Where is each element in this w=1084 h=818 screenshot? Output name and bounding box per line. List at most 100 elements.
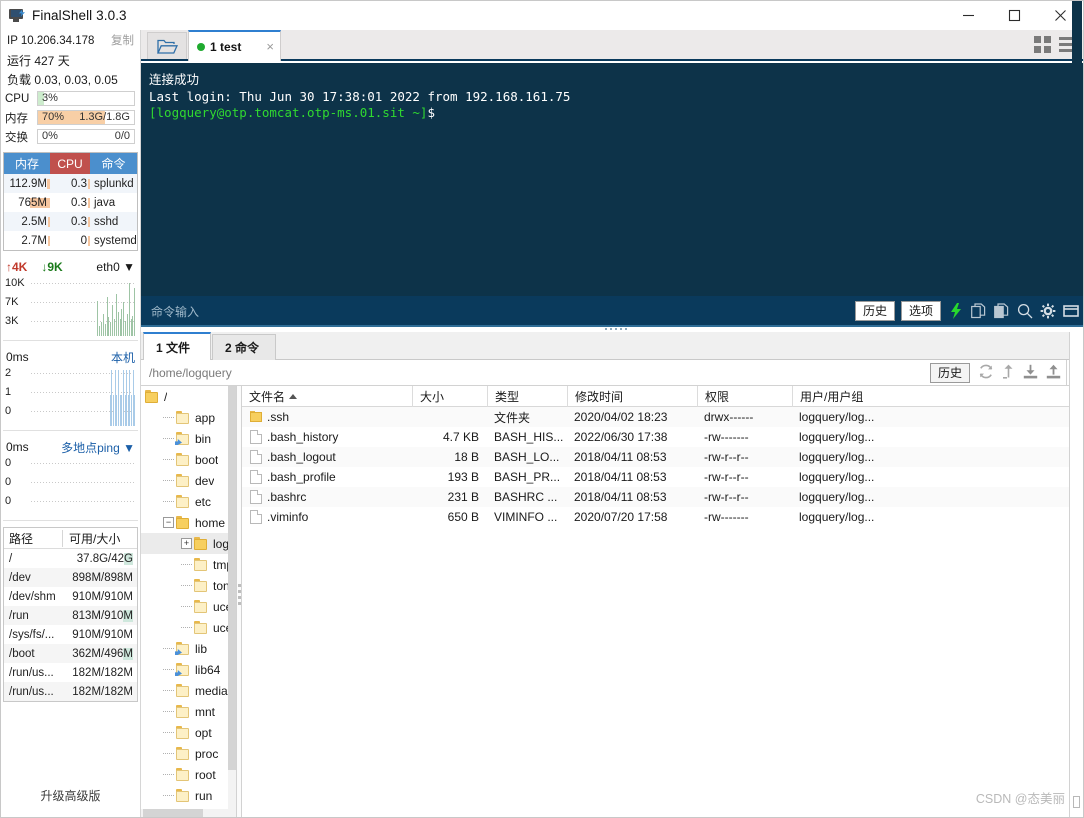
process-row[interactable]: 112.9M 0.3 splunkd <box>4 174 137 193</box>
network-interface-select[interactable]: eth0 ▼ <box>96 260 135 274</box>
tree-horizontal-scrollbar[interactable] <box>141 809 229 817</box>
tree-node-etc[interactable]: etc <box>141 491 236 512</box>
command-bar-actions: 历史 选项 <box>854 301 1079 321</box>
directory-tree[interactable]: / app bin boot dev etc − home + log tmp ton uce uce li… <box>141 386 237 817</box>
disk-row[interactable]: / 37.8G/42G <box>4 549 137 568</box>
tree-node-log[interactable]: + log <box>141 533 236 554</box>
tree-node-dev[interactable]: dev <box>141 470 236 491</box>
grid-view-icon[interactable] <box>1034 36 1051 53</box>
search-icon[interactable] <box>1016 303 1033 320</box>
open-connection-button[interactable] <box>147 32 187 59</box>
process-col-memory[interactable]: 内存 <box>4 153 50 174</box>
tree-expander[interactable]: − <box>163 517 174 528</box>
tree-node-home[interactable]: − home <box>141 512 236 533</box>
tree-node-tmp[interactable]: tmp <box>141 554 236 575</box>
file-row[interactable]: .bash_logout 18 B BASH_LO... 2018/04/11 08:… <box>242 447 1083 467</box>
file-column-perm[interactable]: 权限 <box>697 386 792 407</box>
file-row[interactable]: .bash_profile 193 B BASH_PR... 2018/04/11 0… <box>242 467 1083 487</box>
refresh-icon[interactable] <box>978 364 994 382</box>
tree-guide <box>181 564 192 565</box>
terminal-scrollbar[interactable] <box>1072 1 1082 234</box>
tab-commands[interactable]: 2 命令 <box>212 334 276 360</box>
server-ip-row: IP 10.206.34.178 复制 <box>1 30 140 51</box>
tree-node-uce[interactable]: uce <box>141 596 236 617</box>
tree-node-lib[interactable]: lib <box>141 638 236 659</box>
session-tab-test[interactable]: 1 test × <box>188 30 281 61</box>
file-column-size[interactable]: 大小 <box>412 386 487 407</box>
command-history-button[interactable]: 历史 <box>854 301 895 321</box>
disk-row[interactable]: /boot 362M/496M <box>4 644 137 663</box>
disk-path: /sys/fs/... <box>9 628 55 641</box>
process-col-cpu[interactable]: CPU <box>50 153 90 174</box>
tree-node-lib64[interactable]: lib64 <box>141 659 236 680</box>
process-row[interactable]: 2.5M 0.3 sshd <box>4 212 137 231</box>
tree-node-proc[interactable]: proc <box>141 743 236 764</box>
minimize-button[interactable] <box>945 1 991 30</box>
file-icon <box>250 490 262 504</box>
download-icon[interactable] <box>1023 364 1038 382</box>
tree-node-app[interactable]: app <box>141 407 236 428</box>
path-input[interactable]: /home/logquery <box>141 366 232 380</box>
multi-ping-select[interactable]: 多地点ping ▼ <box>61 439 135 456</box>
upload-icon[interactable] <box>1046 364 1061 382</box>
close-icon[interactable]: × <box>266 40 274 53</box>
upgrade-button[interactable]: 升级高级版 <box>1 787 140 804</box>
tree-node-uce[interactable]: uce <box>141 617 236 638</box>
file-size: 18 B <box>454 450 479 464</box>
tree-node-opt[interactable]: opt <box>141 722 236 743</box>
disk-row[interactable]: /run/us... 182M/182M <box>4 682 137 701</box>
resize-grip-icon[interactable] <box>1073 796 1080 808</box>
maximize-button[interactable] <box>991 1 1037 30</box>
tree-node-bin[interactable]: bin <box>141 428 236 449</box>
lightning-icon[interactable] <box>947 303 964 320</box>
gear-icon[interactable] <box>1039 303 1056 320</box>
file-row[interactable]: .viminfo 650 B VIMINFO ... 2020/07/20 17:58… <box>242 507 1083 527</box>
file-column-type[interactable]: 类型 <box>487 386 567 407</box>
folder-icon <box>176 411 191 424</box>
disk-row[interactable]: /dev/shm 910M/910M <box>4 587 137 606</box>
tree-node-media[interactable]: media <box>141 680 236 701</box>
file-row[interactable]: .ssh 文件夹 2020/04/02 18:23 drwx------ logquer… <box>242 407 1083 427</box>
file-row[interactable]: .bashrc 231 B BASHRC ... 2018/04/11 08:53 -r… <box>242 487 1083 507</box>
window-icon[interactable] <box>1062 303 1079 320</box>
disk-path: /dev <box>9 571 31 584</box>
tree-node-root[interactable]: root <box>141 764 236 785</box>
tree-vertical-scrollbar[interactable] <box>228 386 236 817</box>
file-column-mtime[interactable]: 修改时间 <box>567 386 697 407</box>
tree-node-boot[interactable]: boot <box>141 449 236 470</box>
file-column-owner[interactable]: 用户/用户组 <box>792 386 942 407</box>
command-input[interactable]: 命令输入 <box>151 303 199 320</box>
disk-col-path: 路径 <box>9 531 34 546</box>
copy-ip-button[interactable]: 复制 <box>111 32 134 48</box>
tree-node-run[interactable]: run <box>141 785 236 806</box>
tree-vertical-scroll-thumb[interactable] <box>228 386 236 770</box>
tree-node-[interactable]: / <box>141 386 236 407</box>
tree-node-mnt[interactable]: mnt <box>141 701 236 722</box>
local-ping-title: 本机 <box>110 350 135 365</box>
file-size: 231 B <box>447 490 479 504</box>
disk-row[interactable]: /run 813M/910M <box>4 606 137 625</box>
process-row[interactable]: 2.7M 0 systemd <box>4 231 137 250</box>
process-row[interactable]: 765M 0.3 java <box>4 193 137 212</box>
go-up-icon[interactable] <box>1002 364 1015 382</box>
process-col-command[interactable]: 命令 <box>90 153 137 174</box>
tree-node-label: proc <box>195 746 219 761</box>
local-ping-panel: 0ms 本机 2 1 0 <box>3 348 138 431</box>
tree-expander[interactable]: + <box>181 538 192 549</box>
terminal-output[interactable]: 连接成功 Last login: Thu Jun 30 17:38:01 202… <box>141 63 1083 296</box>
paste-icon[interactable] <box>993 303 1010 320</box>
tree-node-ton[interactable]: ton <box>141 575 236 596</box>
file-column-name[interactable]: 文件名 <box>242 386 412 407</box>
copy-icon[interactable] <box>970 303 987 320</box>
tree-guide <box>181 585 192 586</box>
disk-row[interactable]: /dev 898M/898M <box>4 568 137 587</box>
tree-horizontal-scroll-thumb[interactable] <box>143 809 203 817</box>
command-input-bar[interactable]: 命令输入 历史 选项 <box>141 296 1083 326</box>
disk-row[interactable]: /sys/fs/... 910M/910M <box>4 625 137 644</box>
disk-row[interactable]: /run/us... 182M/182M <box>4 663 137 682</box>
file-list[interactable]: 文件名 大小 类型 修改时间 权限 用户/用户组 .ssh 文件夹 2020/04/02 18… <box>242 386 1083 817</box>
file-history-button[interactable]: 历史 <box>929 362 970 383</box>
tab-files[interactable]: 1 文件 <box>143 332 211 360</box>
command-options-button[interactable]: 选项 <box>900 301 941 321</box>
file-row[interactable]: .bash_history 4.7 KB BASH_HIS... 2022/06/30… <box>242 427 1083 447</box>
